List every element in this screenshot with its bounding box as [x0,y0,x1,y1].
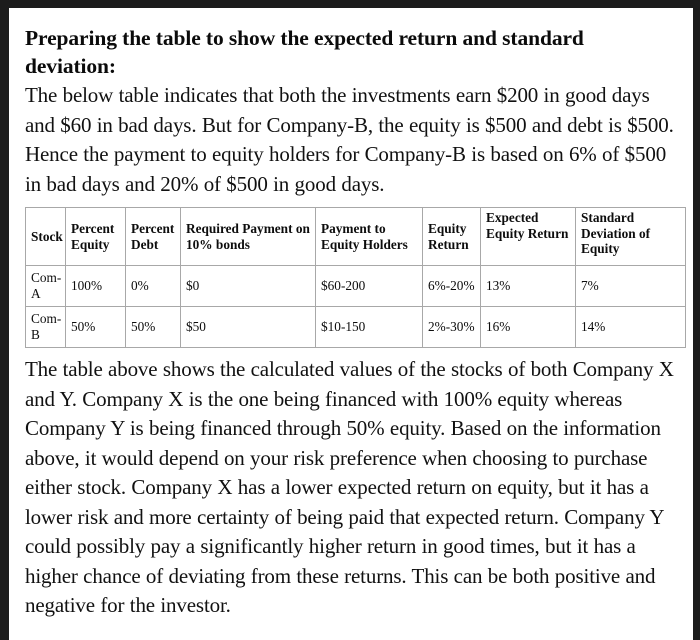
column-header-payment-to-equity-holders: Payment to Equity Holders [315,207,423,266]
column-header-standard-deviation-of-equity: Standard Deviation of Equity [575,207,686,266]
cell-payment-to-equity-holders: $10-150 [315,306,423,348]
cell-percent-equity: 100% [65,265,126,307]
column-header-expected-equity-return: Expected Equity Return [480,207,576,266]
column-header-percent-debt: Percent Debt [125,207,181,266]
cell-stock: Com-A [25,265,66,307]
table-header-row: Stock Percent Equity Percent Debt Requir… [25,207,686,266]
column-header-percent-equity: Percent Equity [65,207,126,266]
expected-return-table: Stock Percent Equity Percent Debt Requir… [25,207,686,348]
cell-standard-deviation-of-equity: 14% [575,306,686,348]
document-frame: Preparing the table to show the expected… [0,0,700,640]
cell-stock: Com-B [25,306,66,348]
cell-expected-equity-return: 16% [480,306,576,348]
page-title: Preparing the table to show the expected… [25,26,584,78]
table-row: Com-A 100% 0% $0 $60-200 6%-20% 13% 7% [25,265,686,307]
column-header-equity-return: Equity Return [422,207,481,266]
table-body: Com-A 100% 0% $0 $60-200 6%-20% 13% 7% C… [25,265,686,348]
cell-required-payment: $0 [180,265,316,307]
intro-paragraph: The below table indicates that both the … [25,83,674,196]
cell-standard-deviation-of-equity: 7% [575,265,686,307]
table-row: Com-B 50% 50% $50 $10-150 2%-30% 16% 14% [25,306,686,348]
table-header: Stock Percent Equity Percent Debt Requir… [25,207,686,266]
cell-equity-return: 2%-30% [422,306,481,348]
document-page: Preparing the table to show the expected… [9,8,693,640]
cell-expected-equity-return: 13% [480,265,576,307]
column-header-required-payment: Required Payment on 10% bonds [180,207,316,266]
cell-percent-debt: 0% [125,265,181,307]
column-header-stock: Stock [25,207,66,266]
cell-percent-debt: 50% [125,306,181,348]
cell-payment-to-equity-holders: $60-200 [315,265,423,307]
cell-equity-return: 6%-20% [422,265,481,307]
cell-percent-equity: 50% [65,306,126,348]
conclusion-paragraph: The table above shows the calculated val… [25,357,674,617]
cell-required-payment: $50 [180,306,316,348]
